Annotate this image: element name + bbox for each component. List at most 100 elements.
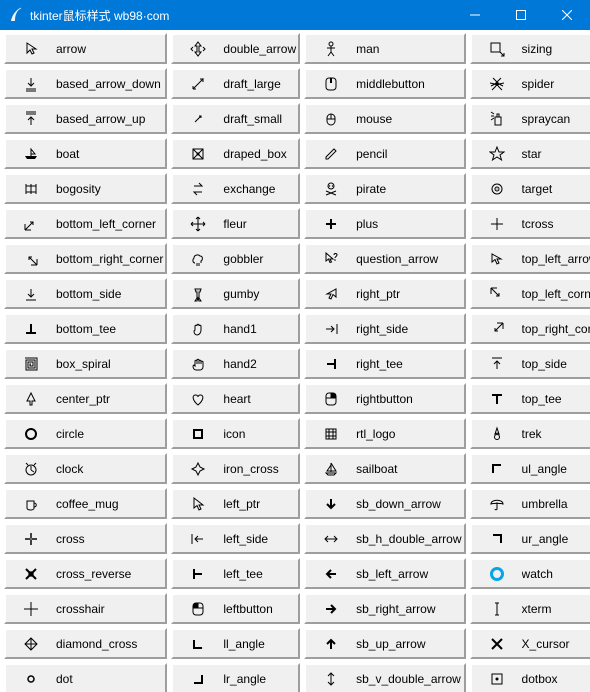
dotbox-icon — [472, 665, 522, 692]
maximize-button[interactable] — [498, 0, 544, 30]
cursor-button-gobbler[interactable]: gobbler — [171, 243, 300, 274]
cursor-button-top_left_corner[interactable]: top_left_corner — [470, 278, 590, 309]
cursor-button-sizing[interactable]: sizing — [470, 33, 590, 64]
cursor-button-pirate[interactable]: pirate — [304, 173, 465, 204]
cursor-button-top_side[interactable]: top_side — [470, 348, 590, 379]
cursor-button-sb_right_arrow[interactable]: sb_right_arrow — [304, 593, 465, 624]
cursor-label: gobbler — [223, 252, 298, 266]
cursor-button-left_tee[interactable]: left_tee — [171, 558, 300, 589]
cursor-label: dot — [56, 672, 165, 686]
cursor-label: sizing — [522, 42, 590, 56]
cursor-button-sb_v_double_arrow[interactable]: sb_v_double_arrow — [304, 663, 465, 692]
cursor-button-bottom_side[interactable]: bottom_side — [4, 278, 167, 309]
cursor-button-bottom_left_corner[interactable]: bottom_left_corner — [4, 208, 167, 239]
cursor-button-trek[interactable]: trek — [470, 418, 590, 449]
cursor-button-spider[interactable]: spider — [470, 68, 590, 99]
cursor-button-exchange[interactable]: exchange — [171, 173, 300, 204]
cursor-button-rightbutton[interactable]: rightbutton — [304, 383, 465, 414]
cursor-button-box_spiral[interactable]: box_spiral — [4, 348, 167, 379]
cursor-label: arrow — [56, 42, 165, 56]
cursor-button-based_arrow_down[interactable]: based_arrow_down — [4, 68, 167, 99]
cursor-button-cross[interactable]: cross — [4, 523, 167, 554]
cursor-button-double_arrow[interactable]: double_arrow — [171, 33, 300, 64]
cursor-button-hand1[interactable]: hand1 — [171, 313, 300, 344]
cursor-button-sailboat[interactable]: sailboat — [304, 453, 465, 484]
cursor-button-sb_up_arrow[interactable]: sb_up_arrow — [304, 628, 465, 659]
cursor-button-iron_cross[interactable]: iron_cross — [171, 453, 300, 484]
watch-icon — [472, 560, 522, 587]
cursor-button-bottom_tee[interactable]: bottom_tee — [4, 313, 167, 344]
draft_large-icon — [173, 70, 223, 97]
cursor-button-ll_angle[interactable]: ll_angle — [171, 628, 300, 659]
cursor-button-left_ptr[interactable]: left_ptr — [171, 488, 300, 519]
cursor-button-draped_box[interactable]: draped_box — [171, 138, 300, 169]
cursor-button-cross_reverse[interactable]: cross_reverse — [4, 558, 167, 589]
cursor-button-sb_left_arrow[interactable]: sb_left_arrow — [304, 558, 465, 589]
cursor-button-leftbutton[interactable]: leftbutton — [171, 593, 300, 624]
cursor-button-clock[interactable]: clock — [4, 453, 167, 484]
cursor-button-right_side[interactable]: right_side — [304, 313, 465, 344]
cursor-button-lr_angle[interactable]: lr_angle — [171, 663, 300, 692]
cursor-button-crosshair[interactable]: crosshair — [4, 593, 167, 624]
cursor-button-watch[interactable]: watch — [470, 558, 590, 589]
cursor-label: top_side — [522, 357, 590, 371]
cursor-button-diamond_cross[interactable]: diamond_cross — [4, 628, 167, 659]
cursor-button-bogosity[interactable]: bogosity — [4, 173, 167, 204]
cursor-button-X_cursor[interactable]: X_cursor — [470, 628, 590, 659]
cursor-button-plus[interactable]: plus — [304, 208, 465, 239]
cursor-button-pencil[interactable]: pencil — [304, 138, 465, 169]
cursor-button-question_arrow[interactable]: question_arrow — [304, 243, 465, 274]
cursor-button-hand2[interactable]: hand2 — [171, 348, 300, 379]
cursor-button-gumby[interactable]: gumby — [171, 278, 300, 309]
cursor-button-heart[interactable]: heart — [171, 383, 300, 414]
cursor-label: right_side — [356, 322, 463, 336]
cursor-button-draft_large[interactable]: draft_large — [171, 68, 300, 99]
minimize-button[interactable] — [452, 0, 498, 30]
cursor-label: watch — [522, 567, 590, 581]
close-button[interactable] — [544, 0, 590, 30]
cursor-button-boat[interactable]: boat — [4, 138, 167, 169]
cursor-button-star[interactable]: star — [470, 138, 590, 169]
cursor-button-center_ptr[interactable]: center_ptr — [4, 383, 167, 414]
cursor-button-spraycan[interactable]: spraycan — [470, 103, 590, 134]
cursor-button-top_right_corner[interactable]: top_right_corner — [470, 313, 590, 344]
top_left_arrow-icon — [472, 245, 522, 272]
cursor-button-icon[interactable]: icon — [171, 418, 300, 449]
cursor-button-right_ptr[interactable]: right_ptr — [304, 278, 465, 309]
cursor-label: clock — [56, 462, 165, 476]
cursor-button-right_tee[interactable]: right_tee — [304, 348, 465, 379]
cursor-label: left_side — [223, 532, 298, 546]
cursor-button-mouse[interactable]: mouse — [304, 103, 465, 134]
cursor-button-rtl_logo[interactable]: rtl_logo — [304, 418, 465, 449]
cursor-button-arrow[interactable]: arrow — [4, 33, 167, 64]
bottom_tee-icon — [6, 315, 56, 342]
cursor-button-fleur[interactable]: fleur — [171, 208, 300, 239]
cursor-button-circle[interactable]: circle — [4, 418, 167, 449]
cursor-button-xterm[interactable]: xterm — [470, 593, 590, 624]
cursor-label: umbrella — [522, 497, 590, 511]
cursor-button-target[interactable]: target — [470, 173, 590, 204]
cursor-button-dotbox[interactable]: dotbox — [470, 663, 590, 692]
cursor-label: bogosity — [56, 182, 165, 196]
cursor-button-sb_h_double_arrow[interactable]: sb_h_double_arrow — [304, 523, 465, 554]
cursor-button-draft_small[interactable]: draft_small — [171, 103, 300, 134]
cursor-button-tcross[interactable]: tcross — [470, 208, 590, 239]
cursor-label: heart — [223, 392, 298, 406]
cursor-button-ul_angle[interactable]: ul_angle — [470, 453, 590, 484]
cursor-button-bottom_right_corner[interactable]: bottom_right_corner — [4, 243, 167, 274]
cursor-button-dot[interactable]: dot — [4, 663, 167, 692]
sb_up_arrow-icon — [306, 630, 356, 657]
cursor-button-based_arrow_up[interactable]: based_arrow_up — [4, 103, 167, 134]
cursor-button-umbrella[interactable]: umbrella — [470, 488, 590, 519]
hand2-icon — [173, 350, 223, 377]
cursor-button-middlebutton[interactable]: middlebutton — [304, 68, 465, 99]
cursor-button-coffee_mug[interactable]: coffee_mug — [4, 488, 167, 519]
cursor-button-top_left_arrow[interactable]: top_left_arrow — [470, 243, 590, 274]
cursor-button-sb_down_arrow[interactable]: sb_down_arrow — [304, 488, 465, 519]
cursor-button-left_side[interactable]: left_side — [171, 523, 300, 554]
middlebutton-icon — [306, 70, 356, 97]
cursor-button-top_tee[interactable]: top_tee — [470, 383, 590, 414]
cursor-button-ur_angle[interactable]: ur_angle — [470, 523, 590, 554]
cursor-button-man[interactable]: man — [304, 33, 465, 64]
crosshair-icon — [6, 595, 56, 622]
